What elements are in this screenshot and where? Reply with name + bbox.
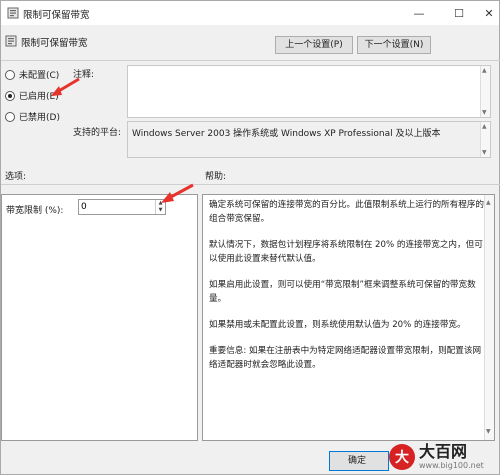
watermark-logo: 大 <box>389 444 415 470</box>
platform-label: 支持的平台: <box>73 128 122 138</box>
watermark-url: www.big100.net <box>419 461 484 470</box>
options-panel: 带宽限制 (%): ▲ ▼ <box>1 194 198 441</box>
close-button[interactable]: ✕ <box>471 1 500 25</box>
help-paragraph: 如果启用此设置，则可以使用“带宽限制”框来调整系统可保留的带宽数量。 <box>209 280 476 304</box>
divider <box>1 184 500 185</box>
options-label: 选项: <box>5 172 27 182</box>
scroll-up-icon[interactable]: ▲ <box>482 67 487 74</box>
help-paragraph: 默认情况下，数据包计划程序将系统限制在 20% 的连接带宽之内，但可以使用此设置… <box>209 240 483 264</box>
red-arrow-icon <box>161 183 194 203</box>
next-setting-button[interactable]: 下一个设置(N) <box>357 36 431 54</box>
minimize-button[interactable]: — <box>401 1 437 25</box>
scroll-down-icon[interactable]: ▼ <box>482 109 487 116</box>
scroll-up-icon[interactable]: ▲ <box>482 123 487 130</box>
scroll-down-icon[interactable]: ▼ <box>486 425 491 439</box>
help-scrollbar[interactable]: ▲ ▼ <box>484 195 494 440</box>
help-panel: 确定系统可保留的连接带宽的百分比。此值限制系统上运行的所有程序的组合带宽保留。 … <box>202 194 495 441</box>
previous-setting-button[interactable]: 上一个设置(P) <box>275 36 353 54</box>
divider <box>1 60 500 61</box>
bandwidth-limit-label: 带宽限制 (%): <box>6 206 64 216</box>
platform-value: Windows Server 2003 操作系统或 Windows XP Pro… <box>132 129 441 139</box>
platform-scrollbar[interactable]: ▲ ▼ <box>480 122 490 157</box>
policy-icon <box>7 7 19 19</box>
spin-down-icon[interactable]: ▼ <box>156 207 165 214</box>
comment-field[interactable]: ▲ ▼ <box>127 65 491 118</box>
bandwidth-limit-input[interactable] <box>79 200 155 214</box>
policy-icon <box>5 35 17 47</box>
title-bar: 限制可保留带宽 — ☐ ✕ <box>1 1 499 25</box>
setting-title: 限制可保留带宽 <box>21 38 88 49</box>
comment-scrollbar[interactable]: ▲ ▼ <box>480 66 490 117</box>
watermark: 大 大百网 www.big100.net <box>389 438 500 476</box>
policy-setting-window: 限制可保留带宽 — ☐ ✕ 限制可保留带宽 上一个设置(P) 下一个设置(N) … <box>0 0 500 475</box>
scroll-up-icon[interactable]: ▲ <box>486 196 491 210</box>
ok-button[interactable]: 确定 <box>329 451 389 471</box>
radio-dot[interactable] <box>5 69 15 80</box>
bandwidth-limit-spinner[interactable]: ▲ ▼ <box>78 199 166 215</box>
platform-field: Windows Server 2003 操作系统或 Windows XP Pro… <box>127 121 491 158</box>
watermark-title: 大百网 <box>419 442 468 461</box>
help-paragraph: 重要信息: 如果在注册表中为特定网络适配器设置带宽限制，则配置该网络适配器时就会… <box>209 346 482 370</box>
help-label: 帮助: <box>205 172 227 182</box>
scroll-down-icon[interactable]: ▼ <box>482 149 487 156</box>
radio-dot[interactable] <box>5 111 15 122</box>
radio-disabled[interactable]: 已禁用(D) <box>5 110 60 123</box>
radio-dot[interactable] <box>5 90 15 101</box>
help-paragraph: 确定系统可保留的连接带宽的百分比。此值限制系统上运行的所有程序的组合带宽保留。 <box>209 200 485 224</box>
red-arrow-icon <box>51 77 80 96</box>
window-title: 限制可保留带宽 <box>23 10 90 21</box>
radio-label: 已禁用(D) <box>19 113 60 123</box>
help-paragraph: 如果禁用或未配置此设置，则系统使用默认值为 20% 的连接带宽。 <box>209 320 466 330</box>
